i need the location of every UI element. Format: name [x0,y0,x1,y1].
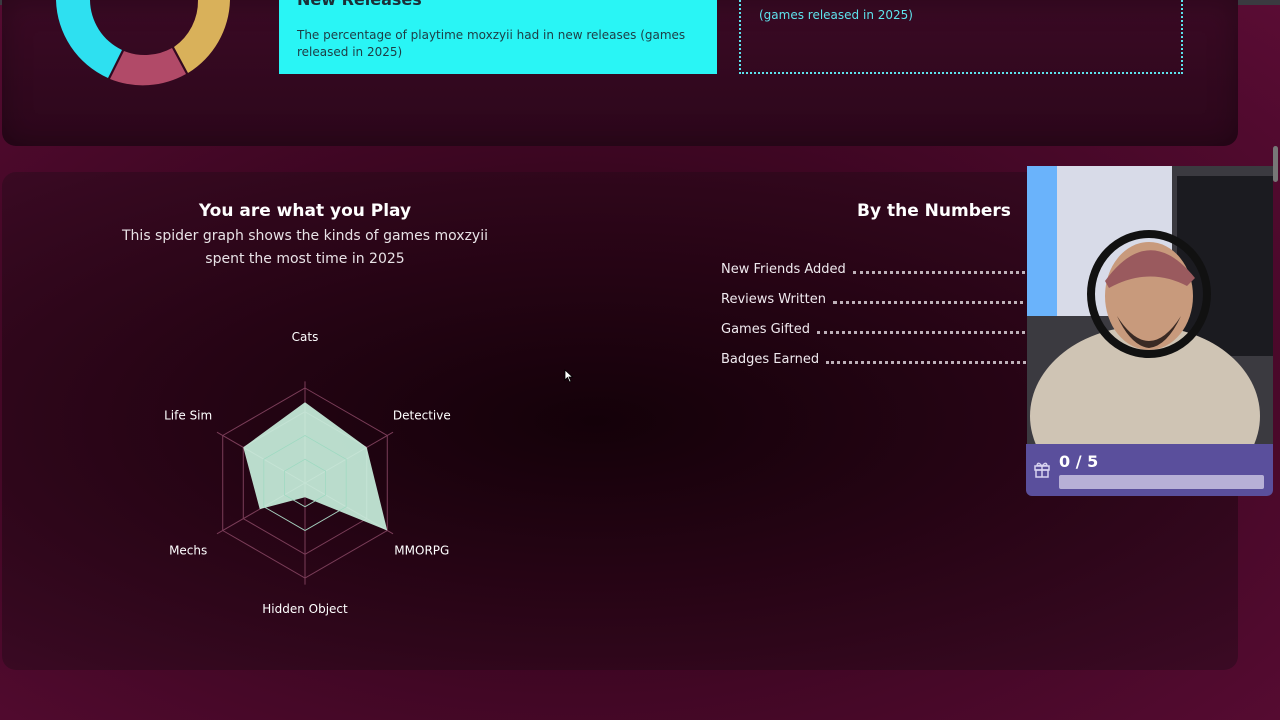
play-section-title: You are what you Play [198,201,412,221]
stat-row-games-gifted: Games Gifted [721,319,1031,339]
summary-panel: New Releases The percentage of playtime … [2,0,1238,146]
stat-label: Badges Earned [721,351,820,367]
donut-segment-cyan [56,0,122,78]
numbers-section-title: By the Numbers [857,201,1011,221]
subscriber-goal-widget: 0 / 5 [1026,444,1273,496]
goal-progress-bar [1059,475,1264,489]
donut-segment-rose [110,48,186,86]
radar-data-area [243,402,388,531]
radar-axis-label: Detective [393,409,451,423]
page-scrollbar-thumb[interactable] [1273,146,1278,182]
stat-label: New Friends Added [721,261,846,277]
goal-count: 0 / 5 [1059,452,1099,471]
stat-leader-dots [852,270,1031,274]
mouse-cursor-icon [564,369,574,383]
radar-axis-label: Life Sim [164,409,212,423]
play-section-subtitle-line2: spent the most time in 2025 [205,251,405,267]
radar-axis-label: MMORPG [394,543,449,557]
radar-axis-label: Mechs [169,543,207,557]
stat-label: Reviews Written [721,291,826,307]
stat-row-reviews: Reviews Written [721,289,1031,309]
radar-axis-label: Hidden Object [262,602,348,616]
gift-icon [1034,462,1050,478]
dotted-stat-card: (games released in 2025) [739,0,1183,74]
playtime-donut-chart [56,0,230,86]
stat-leader-dots [817,330,1031,334]
stat-leader-dots [832,300,1031,304]
stat-label: Games Gifted [721,321,810,337]
genre-radar-chart: Cats Detective MMORPG Hidden Object Mechs Lif… [164,330,451,616]
donut-segment-gold [174,0,230,73]
new-releases-description: The percentage of playtime moxzyii had i… [297,28,686,59]
stat-leader-dots [826,360,1031,364]
dotted-card-text: (games released in 2025) [759,8,913,22]
radar-axis-label: Cats [292,330,319,344]
new-releases-heading: New Releases [297,0,422,9]
webcam-overlay [1027,166,1273,444]
webcam-led-strip [1027,166,1057,316]
stat-row-badges: Badges Earned [721,349,1031,369]
new-releases-card: New Releases The percentage of playtime … [279,0,717,74]
play-section-subtitle-line1: This spider graph shows the kinds of gam… [122,228,488,244]
stat-row-new-friends: New Friends Added [721,259,1031,279]
